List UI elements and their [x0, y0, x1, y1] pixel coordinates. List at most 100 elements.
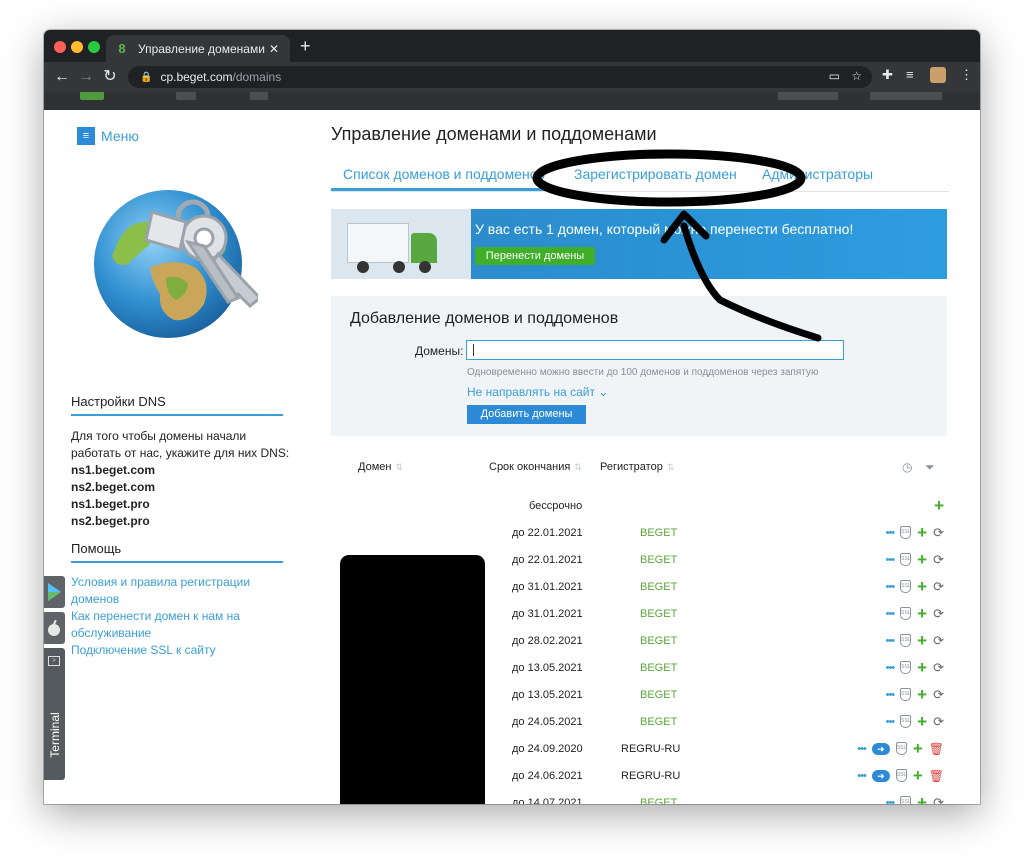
- more-options-icon[interactable]: •••: [886, 527, 896, 539]
- add-domains-panel: Добавление доменов и поддоменов Домены: …: [331, 296, 947, 436]
- ssl-shield-icon[interactable]: SSL: [895, 742, 907, 755]
- add-subdomain-icon[interactable]: +: [917, 551, 927, 568]
- profile-avatar[interactable]: [930, 67, 946, 83]
- add-subdomain-icon[interactable]: +: [917, 794, 927, 804]
- tab-close-icon[interactable]: ✕: [266, 42, 282, 56]
- minimize-window-button[interactable]: [71, 41, 83, 53]
- renew-sync-icon[interactable]: ⟳: [933, 795, 944, 805]
- browser-tab[interactable]: 8 Управление доменами | Пане ✕: [106, 35, 290, 62]
- renew-sync-icon[interactable]: ⟳: [933, 660, 944, 676]
- tab-register-domain[interactable]: Зарегистрировать домен: [574, 166, 737, 182]
- row-actions: ••• SSL + ⟳: [886, 686, 944, 703]
- new-tab-button[interactable]: +: [300, 36, 311, 57]
- help-link-registration-rules[interactable]: Условия и правила регистрации доменов: [71, 574, 286, 608]
- ssl-shield-icon[interactable]: SSL: [900, 526, 912, 539]
- add-subdomain-icon[interactable]: +: [917, 605, 927, 622]
- registrar: BEGET: [640, 608, 678, 620]
- ssl-shield-icon[interactable]: SSL: [900, 661, 912, 674]
- truck-wheel: [419, 261, 431, 273]
- media-queue-icon[interactable]: ≡: [906, 67, 914, 82]
- ssl-shield-icon[interactable]: SSL: [900, 607, 912, 620]
- add-domains-button[interactable]: Добавить домены: [467, 405, 586, 424]
- forward-arrow-icon[interactable]: →: [76, 67, 96, 87]
- redacted-domain-names: [340, 555, 485, 804]
- ssl-shield-icon[interactable]: SSL: [900, 634, 912, 647]
- reload-icon[interactable]: ↻: [100, 67, 120, 87]
- add-subdomain-icon[interactable]: +: [917, 659, 927, 676]
- more-options-icon[interactable]: •••: [857, 770, 867, 782]
- delete-trash-icon[interactable]: 🗑: [929, 742, 944, 756]
- google-play-button[interactable]: [44, 576, 65, 608]
- address-bar[interactable]: 🔒 cp.beget.com/domains ▭ ☆: [128, 66, 872, 88]
- add-subdomain-icon[interactable]: +: [917, 713, 927, 730]
- banner-text: У вас есть 1 домен, который можно перене…: [475, 221, 854, 237]
- add-subdomain-icon[interactable]: +: [934, 497, 944, 514]
- column-expiry[interactable]: Срок окончания ⇅: [489, 461, 582, 473]
- renew-sync-icon[interactable]: ⟳: [933, 633, 944, 649]
- app-store-button[interactable]: [44, 612, 65, 644]
- ssl-shield-icon[interactable]: SSL: [900, 688, 912, 701]
- ssl-shield-icon[interactable]: SSL: [900, 553, 912, 566]
- more-options-icon[interactable]: •••: [886, 662, 896, 674]
- close-window-button[interactable]: [54, 41, 66, 53]
- history-icon[interactable]: ◷: [902, 460, 912, 474]
- terminal-button[interactable]: > Terminal: [44, 648, 65, 780]
- cast-icon[interactable]: ▭: [829, 69, 840, 83]
- bookmark-star-icon[interactable]: ☆: [851, 69, 862, 83]
- filter-icon[interactable]: ⏷: [925, 460, 935, 475]
- expiry-date: бессрочно: [529, 500, 583, 512]
- ssl-shield-icon[interactable]: SSL: [900, 580, 912, 593]
- apple-icon: [48, 619, 60, 636]
- renew-sync-icon[interactable]: ⟳: [933, 687, 944, 703]
- more-options-icon[interactable]: •••: [886, 581, 896, 593]
- expiry-date: до 22.01.2021: [512, 527, 583, 539]
- renew-sync-icon[interactable]: ⟳: [933, 606, 944, 622]
- tab-title: Управление доменами | Пане: [138, 41, 266, 56]
- ssl-shield-icon[interactable]: SSL: [900, 796, 912, 804]
- help-link-transfer-domain[interactable]: Как перенести домен к нам на обслуживани…: [71, 608, 286, 642]
- more-options-icon[interactable]: •••: [886, 797, 896, 805]
- menu-button[interactable]: ≡ Меню: [77, 127, 139, 145]
- column-domain[interactable]: Домен ⇅: [358, 461, 403, 473]
- column-registrar[interactable]: Регистратор ⇅: [600, 461, 674, 473]
- transfer-domains-button[interactable]: Перенести домены: [475, 247, 595, 265]
- tab-administrators[interactable]: Администраторы: [762, 166, 873, 182]
- renew-sync-icon[interactable]: ⟳: [933, 714, 944, 730]
- tab-domain-list[interactable]: Список доменов и поддоменов: [343, 166, 545, 182]
- terminal-label: Terminal: [48, 712, 62, 758]
- transfer-arrow-icon[interactable]: ➜: [871, 742, 890, 755]
- add-subdomain-icon[interactable]: +: [917, 578, 927, 595]
- add-subdomain-icon[interactable]: +: [917, 686, 927, 703]
- ssl-shield-icon[interactable]: SSL: [895, 769, 907, 782]
- renew-sync-icon[interactable]: ⟳: [933, 525, 944, 541]
- more-options-icon[interactable]: •••: [886, 716, 896, 728]
- ssl-shield-icon[interactable]: SSL: [900, 715, 912, 728]
- more-options-icon[interactable]: •••: [886, 689, 896, 701]
- back-arrow-icon[interactable]: ←: [52, 67, 72, 87]
- sort-icon: ⇅: [574, 462, 582, 472]
- renew-sync-icon[interactable]: ⟳: [933, 579, 944, 595]
- transfer-arrow-icon[interactable]: ➜: [871, 769, 890, 782]
- extensions-icon[interactable]: ✚: [882, 67, 893, 83]
- more-options-icon[interactable]: •••: [886, 554, 896, 566]
- help-link-ssl[interactable]: Подключение SSL к сайту: [71, 642, 286, 659]
- delete-trash-icon[interactable]: 🗑: [929, 769, 944, 783]
- lock-icon: 🔒: [140, 71, 153, 83]
- maximize-window-button[interactable]: [88, 41, 100, 53]
- header-item: [870, 92, 942, 100]
- add-subdomain-icon[interactable]: +: [917, 524, 927, 541]
- add-subdomain-icon[interactable]: +: [913, 767, 923, 784]
- header-item: [176, 92, 196, 100]
- column-expiry-label: Срок окончания: [489, 461, 571, 473]
- more-options-icon[interactable]: •••: [886, 608, 896, 620]
- add-subdomain-icon[interactable]: +: [917, 632, 927, 649]
- chrome-menu-icon[interactable]: ⋮: [960, 67, 973, 83]
- more-options-icon[interactable]: •••: [886, 635, 896, 647]
- renew-sync-icon[interactable]: ⟳: [933, 552, 944, 568]
- registrar: BEGET: [640, 689, 678, 701]
- domains-input[interactable]: [466, 340, 844, 360]
- more-options-icon[interactable]: •••: [857, 743, 867, 755]
- redirect-toggle[interactable]: Не направлять на сайт ⌄: [467, 385, 608, 399]
- row-actions: ••• SSL + ⟳: [886, 794, 944, 804]
- add-subdomain-icon[interactable]: +: [913, 740, 923, 757]
